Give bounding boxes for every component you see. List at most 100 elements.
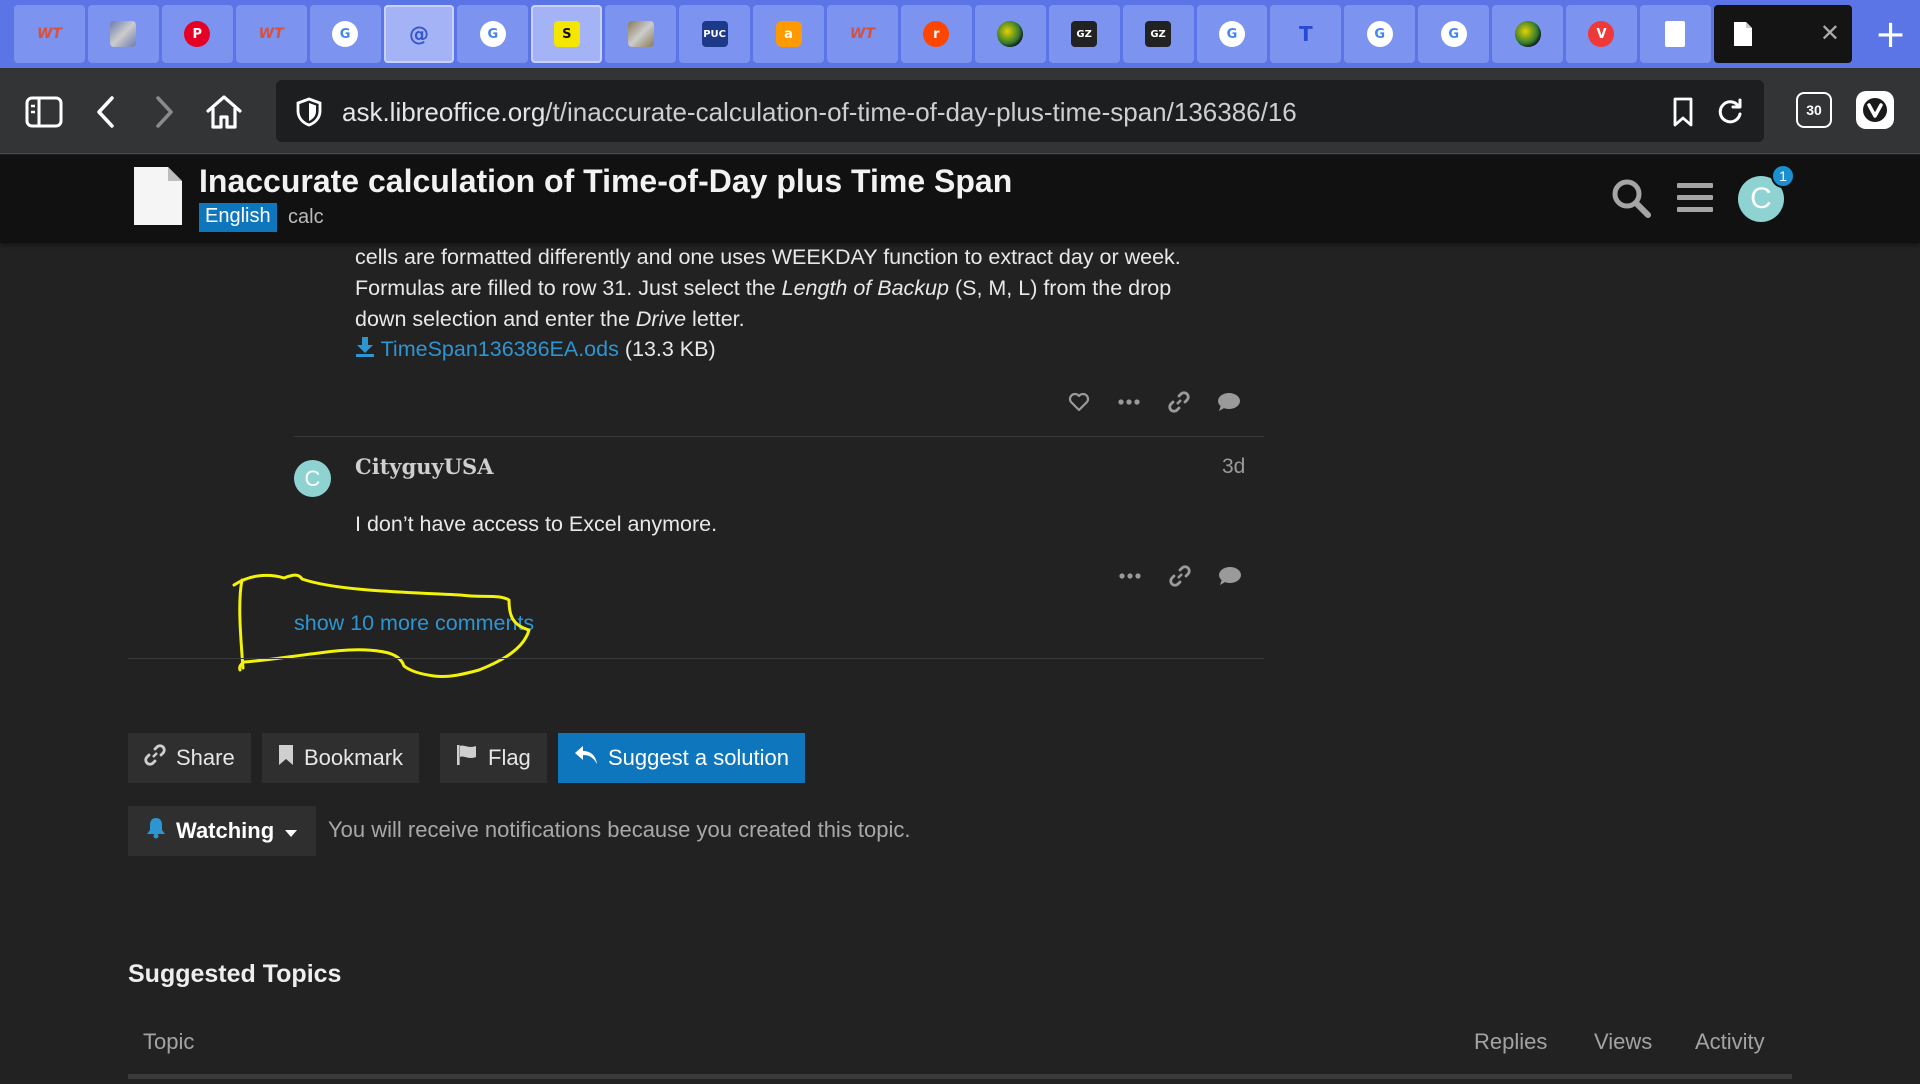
browser-tab[interactable]: S bbox=[531, 5, 603, 63]
search-icon[interactable] bbox=[1610, 177, 1652, 224]
gz-icon: GZ bbox=[1145, 21, 1172, 47]
post-text-span: Formulas are filled to row 31. Just sele… bbox=[355, 276, 782, 300]
browser-tab[interactable] bbox=[87, 5, 159, 63]
share-button[interactable]: Share bbox=[128, 733, 251, 783]
browser-tab[interactable] bbox=[605, 5, 677, 63]
link-icon[interactable] bbox=[1155, 558, 1205, 594]
puc-icon: PUC bbox=[701, 21, 728, 47]
post-actions bbox=[1054, 384, 1254, 420]
globe-icon bbox=[1514, 21, 1541, 47]
sidebar-toggle-icon[interactable] bbox=[22, 90, 66, 134]
post-body: cells are formatted differently and one … bbox=[355, 242, 1235, 335]
browser-tab[interactable] bbox=[1492, 5, 1564, 63]
back-icon[interactable] bbox=[84, 90, 128, 134]
notification-level-dropdown[interactable]: Watching bbox=[128, 806, 317, 856]
document-icon bbox=[1665, 21, 1686, 47]
browser-tab[interactable]: WT bbox=[235, 5, 307, 63]
browser-tab[interactable]: G bbox=[1344, 5, 1416, 63]
google-icon: G bbox=[1366, 21, 1393, 47]
browser-tab[interactable]: GZ bbox=[1048, 5, 1120, 63]
post-text-span: (S, M, L) from the drop bbox=[948, 276, 1172, 300]
url-path: /t/inaccurate-calculation-of-time-of-day… bbox=[545, 97, 1297, 127]
more-actions-icon[interactable] bbox=[1105, 558, 1155, 594]
bookmark-label: Bookmark bbox=[304, 745, 404, 770]
browser-tab[interactable]: P bbox=[161, 5, 233, 63]
address-bar[interactable]: ask.libreoffice.org/t/inaccurate-calcula… bbox=[276, 80, 1764, 142]
comment-text: I don’t have access to Excel anymore. bbox=[355, 512, 718, 536]
attachment: TimeSpan136386EA.ods (13.3 KB) bbox=[355, 336, 716, 362]
reply-bubble-icon[interactable] bbox=[1205, 558, 1255, 594]
browser-tab[interactable]: a bbox=[753, 5, 824, 63]
link-icon[interactable] bbox=[1154, 384, 1204, 420]
comment-avatar[interactable]: C bbox=[294, 460, 331, 497]
category-badge[interactable]: English bbox=[199, 203, 277, 232]
shield-icon[interactable] bbox=[296, 97, 322, 132]
forward-icon[interactable] bbox=[142, 90, 186, 134]
browser-tab[interactable]: PUC bbox=[679, 5, 751, 63]
post-line-2: Formulas are filled to row 31. Just sele… bbox=[355, 273, 1235, 304]
post-text-span: letter. bbox=[686, 307, 745, 331]
notification-count-badge[interactable]: 1 bbox=[1771, 164, 1795, 188]
column-header-topic[interactable]: Topic bbox=[143, 1029, 194, 1055]
tab-active[interactable]: ✕ bbox=[1713, 5, 1852, 63]
reply-bubble-icon[interactable] bbox=[1204, 384, 1254, 420]
new-tab-button[interactable]: + bbox=[1861, 5, 1920, 63]
browser-tab[interactable]: r bbox=[900, 5, 972, 63]
browser-tab[interactable]: T bbox=[1270, 5, 1342, 63]
suggest-solution-button[interactable]: Suggest a solution bbox=[558, 733, 806, 783]
site-logo-icon[interactable] bbox=[132, 165, 184, 232]
home-icon[interactable] bbox=[202, 90, 246, 134]
vivaldi-menu-icon[interactable] bbox=[1856, 91, 1894, 129]
topic-tag[interactable]: calc bbox=[288, 206, 324, 229]
bookmark-page-icon[interactable] bbox=[1672, 97, 1694, 132]
bell-icon bbox=[146, 817, 166, 845]
more-actions-icon[interactable] bbox=[1104, 384, 1154, 420]
vivaldi-icon: V bbox=[1588, 21, 1615, 47]
browser-tab[interactable]: G bbox=[1196, 5, 1268, 63]
caret-down-icon bbox=[284, 818, 298, 844]
url-text[interactable]: ask.libreoffice.org/t/inaccurate-calcula… bbox=[342, 97, 1297, 128]
reload-icon[interactable] bbox=[1716, 97, 1744, 130]
browser-tab[interactable]: G bbox=[457, 5, 529, 63]
browser-tab[interactable]: V bbox=[1566, 5, 1637, 63]
post-emphasis: Length of Backup bbox=[781, 276, 949, 300]
download-icon bbox=[355, 337, 375, 361]
site-header: Inaccurate calculation of Time-of-Day pl… bbox=[0, 155, 1920, 243]
topic-title[interactable]: Inaccurate calculation of Time-of-Day pl… bbox=[199, 163, 1012, 200]
t-icon: T bbox=[1299, 22, 1313, 46]
comment-username[interactable]: CityguyUSA bbox=[355, 454, 494, 479]
browser-tab[interactable]: WT bbox=[826, 5, 898, 63]
browser-tab[interactable]: WT bbox=[14, 5, 85, 63]
browser-tab[interactable]: @ bbox=[383, 5, 455, 63]
browser-tab[interactable]: GZ bbox=[1122, 5, 1194, 63]
url-host: ask.libreoffice.org bbox=[342, 97, 546, 127]
hamburger-menu-icon[interactable] bbox=[1676, 181, 1714, 220]
post-line-1: cells are formatted differently and one … bbox=[355, 245, 1181, 269]
wt-icon: WT bbox=[849, 26, 875, 42]
browser-tab[interactable] bbox=[1639, 5, 1711, 63]
flag-button[interactable]: Flag bbox=[440, 733, 547, 783]
bookmark-button[interactable]: Bookmark bbox=[262, 733, 420, 783]
globe-icon bbox=[997, 21, 1024, 47]
browser-tab[interactable]: G bbox=[1418, 5, 1490, 63]
browser-tab[interactable]: G bbox=[309, 5, 381, 63]
reddit-icon: r bbox=[923, 21, 950, 47]
like-icon[interactable] bbox=[1054, 384, 1104, 420]
column-header-views[interactable]: Views bbox=[1594, 1029, 1652, 1055]
suggested-topics-heading: Suggested Topics bbox=[128, 960, 342, 988]
browser-toolbar: ask.libreoffice.org/t/inaccurate-calcula… bbox=[0, 68, 1920, 154]
painting-icon bbox=[110, 21, 137, 47]
share-label: Share bbox=[176, 745, 235, 770]
post-line-3: down selection and enter the Drive lette… bbox=[355, 304, 1235, 335]
attachment-link[interactable]: TimeSpan136386EA.ods bbox=[381, 337, 619, 361]
close-tab-icon[interactable]: ✕ bbox=[1820, 21, 1840, 45]
browser-tab[interactable] bbox=[974, 5, 1046, 63]
tab-count-badge[interactable]: 30 bbox=[1796, 92, 1832, 128]
column-header-replies[interactable]: Replies bbox=[1474, 1029, 1547, 1055]
flag-label: Flag bbox=[488, 745, 531, 770]
section-divider bbox=[128, 658, 1264, 659]
pinterest-icon: P bbox=[184, 21, 211, 47]
suggest-label: Suggest a solution bbox=[608, 745, 790, 770]
column-header-activity[interactable]: Activity bbox=[1695, 1029, 1765, 1055]
comment-date[interactable]: 3d bbox=[1222, 455, 1245, 479]
